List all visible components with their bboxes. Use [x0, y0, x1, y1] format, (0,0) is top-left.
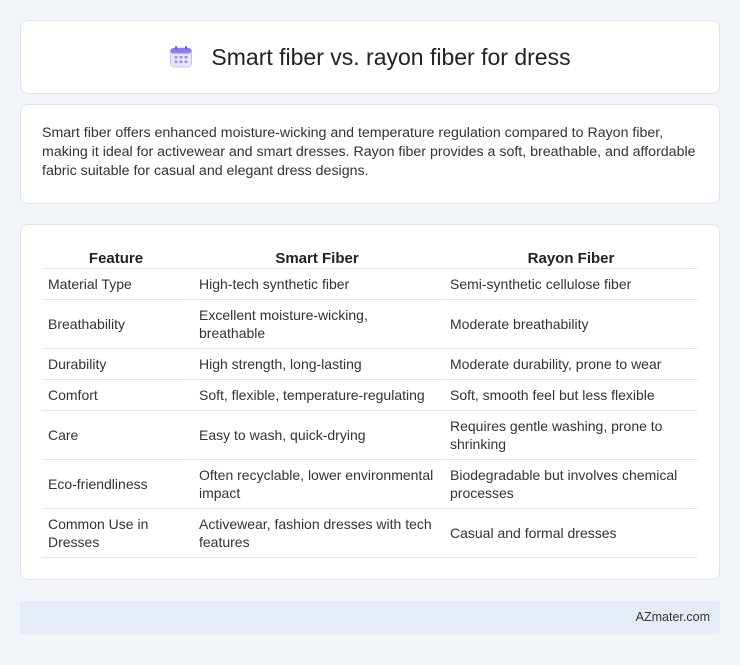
summary-text: Smart fiber offers enhanced moisture-wic…: [42, 125, 696, 179]
feature-cell: Care: [42, 411, 190, 460]
feature-cell: Common Use in Dresses: [42, 509, 190, 558]
table-row: Material Type High-tech synthetic fiber …: [42, 269, 698, 300]
feature-cell: Material Type: [42, 269, 190, 300]
comparison-card: Feature Smart Fiber Rayon Fiber Material…: [20, 224, 720, 580]
table-row: Care Easy to wash, quick-drying Requires…: [42, 411, 698, 460]
footer-brand[interactable]: AZmater.com: [636, 610, 710, 624]
rayon-fiber-cell: Soft, smooth feel but less flexible: [441, 380, 698, 411]
smart-fiber-cell: High strength, long-lasting: [190, 349, 441, 380]
rayon-fiber-cell: Biodegradable but involves chemical proc…: [441, 460, 698, 509]
table-row: Durability High strength, long-lasting M…: [42, 349, 698, 380]
table-header-row: Feature Smart Fiber Rayon Fiber: [42, 243, 698, 269]
calendar-icon: [169, 45, 193, 69]
rayon-fiber-cell: Moderate durability, prone to wear: [441, 349, 698, 380]
column-header-feature: Feature: [42, 243, 190, 269]
feature-cell: Breathability: [42, 300, 190, 349]
rayon-fiber-cell: Requires gentle washing, prone to shrink…: [441, 411, 698, 460]
table-row: Eco-friendliness Often recyclable, lower…: [42, 460, 698, 509]
feature-cell: Eco-friendliness: [42, 460, 190, 509]
summary-card: Smart fiber offers enhanced moisture-wic…: [20, 104, 720, 204]
feature-cell: Comfort: [42, 380, 190, 411]
smart-fiber-cell: Often recyclable, lower environmental im…: [190, 460, 441, 509]
page-title: Smart fiber vs. rayon fiber for dress: [211, 43, 571, 70]
rayon-fiber-cell: Casual and formal dresses: [441, 509, 698, 558]
title-card: Smart fiber vs. rayon fiber for dress: [20, 20, 720, 94]
smart-fiber-cell: Soft, flexible, temperature-regulating: [190, 380, 441, 411]
comparison-table: Feature Smart Fiber Rayon Fiber Material…: [42, 243, 698, 558]
rayon-fiber-cell: Semi-synthetic cellulose fiber: [441, 269, 698, 300]
smart-fiber-cell: High-tech synthetic fiber: [190, 269, 441, 300]
smart-fiber-cell: Easy to wash, quick-drying: [190, 411, 441, 460]
column-header-rayon-fiber: Rayon Fiber: [441, 243, 698, 269]
smart-fiber-cell: Activewear, fashion dresses with tech fe…: [190, 509, 441, 558]
column-header-smart-fiber: Smart Fiber: [190, 243, 441, 269]
rayon-fiber-cell: Moderate breathability: [441, 300, 698, 349]
table-row: Common Use in Dresses Activewear, fashio…: [42, 509, 698, 558]
table-row: Breathability Excellent moisture-wicking…: [42, 300, 698, 349]
feature-cell: Durability: [42, 349, 190, 380]
footer-bar: AZmater.com: [20, 601, 720, 634]
smart-fiber-cell: Excellent moisture-wicking, breathable: [190, 300, 441, 349]
table-row: Comfort Soft, flexible, temperature-regu…: [42, 380, 698, 411]
